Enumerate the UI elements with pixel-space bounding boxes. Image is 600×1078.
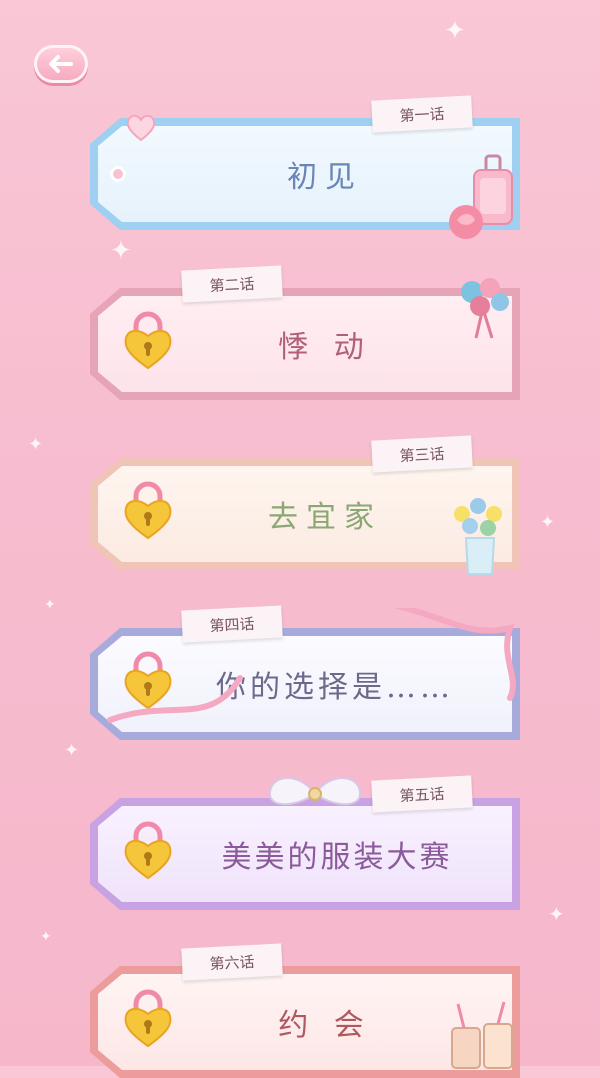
chapter-card-4[interactable]: 你的选择是…… 第四话 <box>90 605 520 740</box>
bow-icon <box>268 777 362 806</box>
chapter-tag: 第一话 <box>371 95 473 133</box>
sparkle-decoration: ✦ <box>64 740 80 761</box>
chapter-card-1[interactable]: 初见 第一话 <box>90 95 520 239</box>
chapter-title: 悸 动 <box>278 330 372 365</box>
sparkle-decoration: ✦ <box>548 902 565 926</box>
arrow-left-icon <box>49 55 73 73</box>
bouquet-icon <box>461 278 509 339</box>
chapter-tag: 第六话 <box>181 943 283 981</box>
chapter-tag: 第二话 <box>181 265 283 303</box>
tag-hole <box>110 166 126 182</box>
chapter-tag: 第四话 <box>181 605 283 643</box>
ribbon-decoration <box>107 608 516 723</box>
chapter-card-2[interactable]: 悸 动 第二话 <box>90 265 520 400</box>
heart-lock-icon <box>124 821 172 880</box>
chapter-tag: 第三话 <box>371 435 473 473</box>
sparkle-decoration: ✦ <box>40 929 52 945</box>
sparkle-decoration: ✦ <box>540 512 556 533</box>
drink-cups-icon <box>451 1001 513 1069</box>
flower-vase-icon <box>454 498 502 575</box>
sparkle-decoration: ✦ <box>444 16 466 46</box>
chapter-card-5[interactable]: 美美的服装大赛 第五话 <box>90 775 520 910</box>
chapter-tag: 第五话 <box>371 775 473 813</box>
back-button[interactable] <box>34 45 88 83</box>
heart-icon <box>126 114 156 142</box>
sparkle-decoration: ✦ <box>28 434 44 455</box>
rose-icon <box>449 205 483 239</box>
chapter-card-6[interactable]: 约 会 第六话 <box>90 943 520 1078</box>
sparkle-decoration: ✦ <box>44 597 56 613</box>
sparkle-decoration: ✦ <box>110 236 132 266</box>
chapter-card-3[interactable]: 去宜家 第三话 <box>90 435 520 575</box>
